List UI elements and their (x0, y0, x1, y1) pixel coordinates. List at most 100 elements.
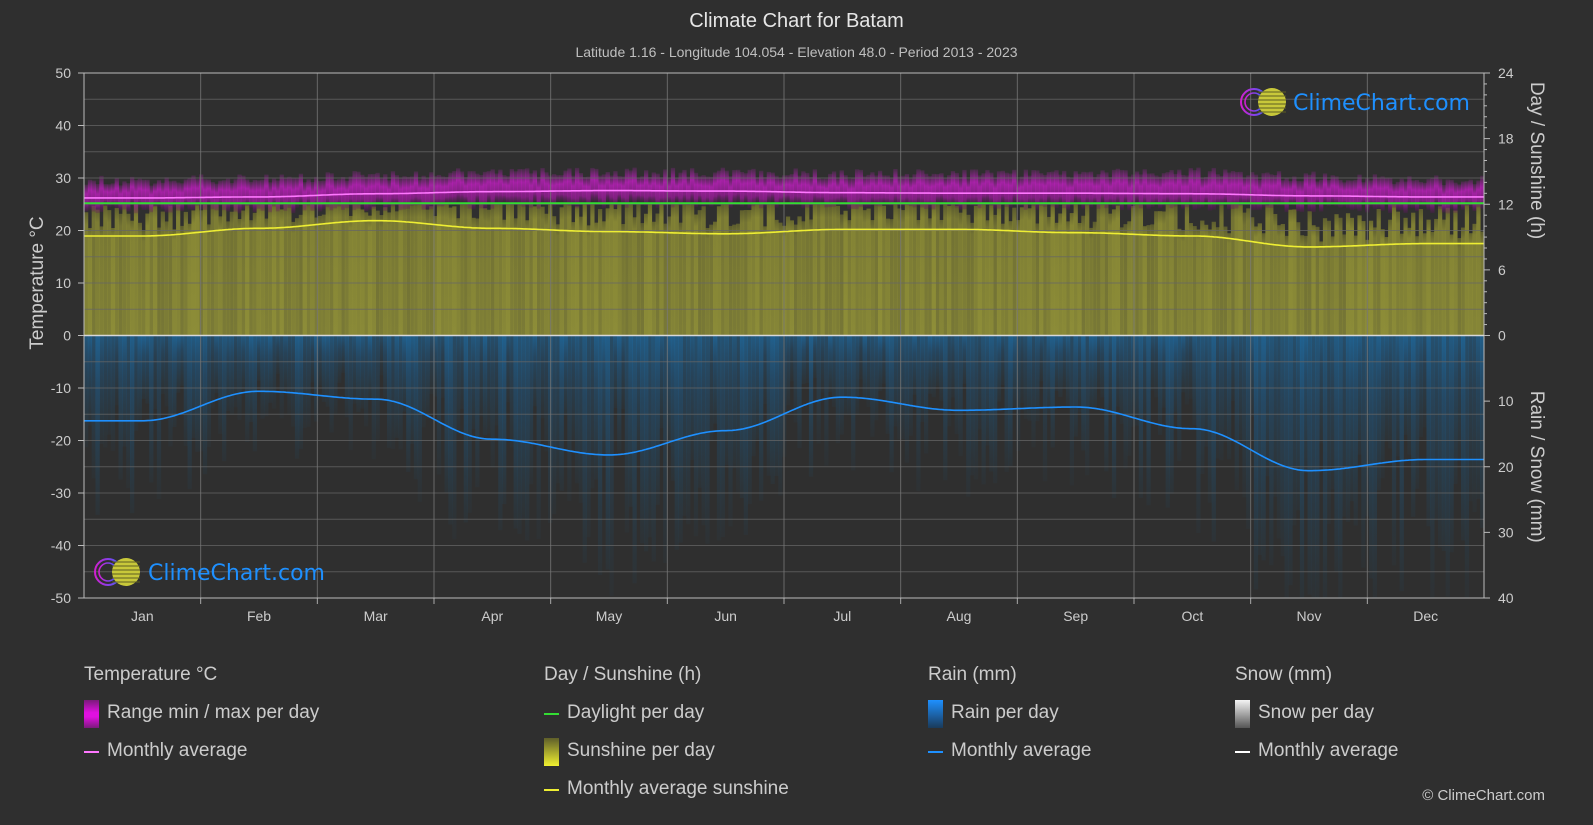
rain-day-bar (854, 335, 860, 415)
rain-day-bar (1269, 335, 1274, 566)
rain-day-bar (954, 335, 959, 435)
sunshine-day-bar (636, 204, 641, 336)
rain-day-bar (862, 335, 867, 400)
rain-day-bar (563, 335, 568, 416)
temp-range-day-bar (732, 169, 737, 203)
sunshine-day-bar (1307, 211, 1312, 336)
rain-day-bar (920, 335, 925, 422)
sunshine-day-bar (218, 216, 223, 336)
sunshine-day-bar (456, 218, 461, 336)
sunshine-day-bar (881, 205, 887, 336)
sunshine-day-bar (513, 218, 518, 336)
sunshine-day-bar (1054, 222, 1059, 336)
sunshine-day-bar (885, 218, 890, 336)
sunshine-day-bar (1430, 231, 1435, 336)
rain-day-bar (352, 335, 357, 404)
temp-range-day-bar (440, 176, 445, 207)
sunshine-day-bar (1100, 204, 1105, 336)
rain-day-bar (482, 335, 488, 436)
sunshine-day-bar (1261, 233, 1266, 336)
sunshine-day-bar (1085, 204, 1090, 336)
temp-range-day-bar (233, 179, 238, 212)
rain-day-bar (1081, 335, 1086, 451)
rain-day-bar (364, 335, 369, 427)
y-axis-title-right-sun: Day / Sunshine (h) (1526, 82, 1547, 239)
rain-day-bar (425, 335, 430, 419)
sunshine-day-bar (1000, 223, 1005, 336)
temp-range-day-bar (195, 178, 200, 206)
temp-range-day-bar (843, 175, 848, 204)
sunshine-day-bar (893, 204, 898, 336)
sunshine-day-bar (628, 204, 633, 336)
rain-day-bar (1200, 335, 1205, 474)
rain-day-bar (1407, 335, 1412, 455)
sunshine-day-bar (574, 206, 580, 336)
sunshine-day-bar (532, 206, 538, 336)
temp-range-day-bar (1388, 177, 1393, 213)
rain-day-bar (164, 335, 169, 407)
y-tick-label-right-rain: 40 (1498, 590, 1514, 606)
temp-range-day-bar (889, 178, 894, 207)
sunshine-day-bar (1177, 228, 1182, 336)
rain-day-bar (693, 335, 699, 537)
rain-day-bar (114, 335, 119, 406)
temp-range-day-bar (1242, 177, 1247, 206)
sunshine-day-bar (824, 204, 829, 336)
rain-day-bar (218, 335, 223, 434)
rain-day-bar (732, 335, 737, 469)
temp-range-day-bar (463, 177, 468, 203)
rain-day-bar (1345, 335, 1351, 522)
temp-range-day-bar (1273, 175, 1278, 206)
temp-range-day-bar (950, 171, 956, 206)
temp-range-day-bar (651, 172, 656, 204)
rain-day-bar (697, 335, 702, 488)
temp-range-day-bar (1012, 169, 1017, 203)
rain-day-bar (739, 335, 745, 499)
sunshine-day-bar (1138, 204, 1144, 336)
rain-day-bar (1211, 335, 1216, 542)
copyright: © ClimeChart.com (1422, 787, 1545, 804)
temp-range-day-bar (379, 177, 384, 204)
rain-day-bar (617, 335, 622, 452)
sunshine-day-bar (436, 204, 442, 336)
sunshine-day-bar (1376, 209, 1381, 336)
sunshine-day-bar (640, 223, 645, 336)
sunshine-day-bar (828, 204, 833, 336)
sunshine-day-bar (333, 204, 338, 336)
sunshine-day-bar (736, 223, 741, 336)
rain-day-bar (977, 335, 982, 430)
temp-range-day-bar (778, 177, 783, 204)
temp-range-day-bar (1108, 176, 1113, 206)
sunshine-day-bar (774, 219, 779, 336)
sunshine-day-bar (164, 221, 169, 336)
sunshine-day-bar (1280, 223, 1285, 336)
temp-range-day-bar (1315, 181, 1320, 206)
rain-day-bar (505, 335, 511, 403)
rain-day-bar (1246, 335, 1251, 529)
temp-range-day-bar (1426, 179, 1431, 210)
sunshine-day-bar (1342, 234, 1347, 336)
sunshine-day-bar (321, 214, 327, 336)
sunshine-day-bar (812, 204, 818, 336)
sunshine-day-bar (670, 204, 676, 336)
temp-range-day-bar (509, 168, 514, 205)
sunshine-day-bar (601, 221, 607, 336)
rain-day-bar (1361, 335, 1366, 568)
y-tick-label-left: 20 (55, 223, 71, 239)
temp-range-day-bar (210, 182, 215, 210)
rain-day-bar (751, 335, 756, 457)
rain-day-bar (812, 335, 818, 378)
x-tick-label: Aug (947, 608, 972, 624)
sunshine-day-bar (1223, 226, 1228, 336)
temp-range-day-bar (647, 177, 653, 203)
legend-label: Snow per day (1258, 702, 1375, 723)
sunshine-day-bar (206, 224, 211, 336)
temp-range-day-bar (567, 168, 572, 206)
x-tick-label: Jul (833, 608, 851, 624)
sunshine-day-bar (425, 209, 430, 336)
sunshine-day-bar (1414, 236, 1420, 336)
rain-day-bar (808, 335, 814, 477)
rain-day-bar (866, 335, 871, 408)
temp-range-day-bar (160, 182, 165, 210)
sunshine-day-bar (406, 204, 411, 336)
